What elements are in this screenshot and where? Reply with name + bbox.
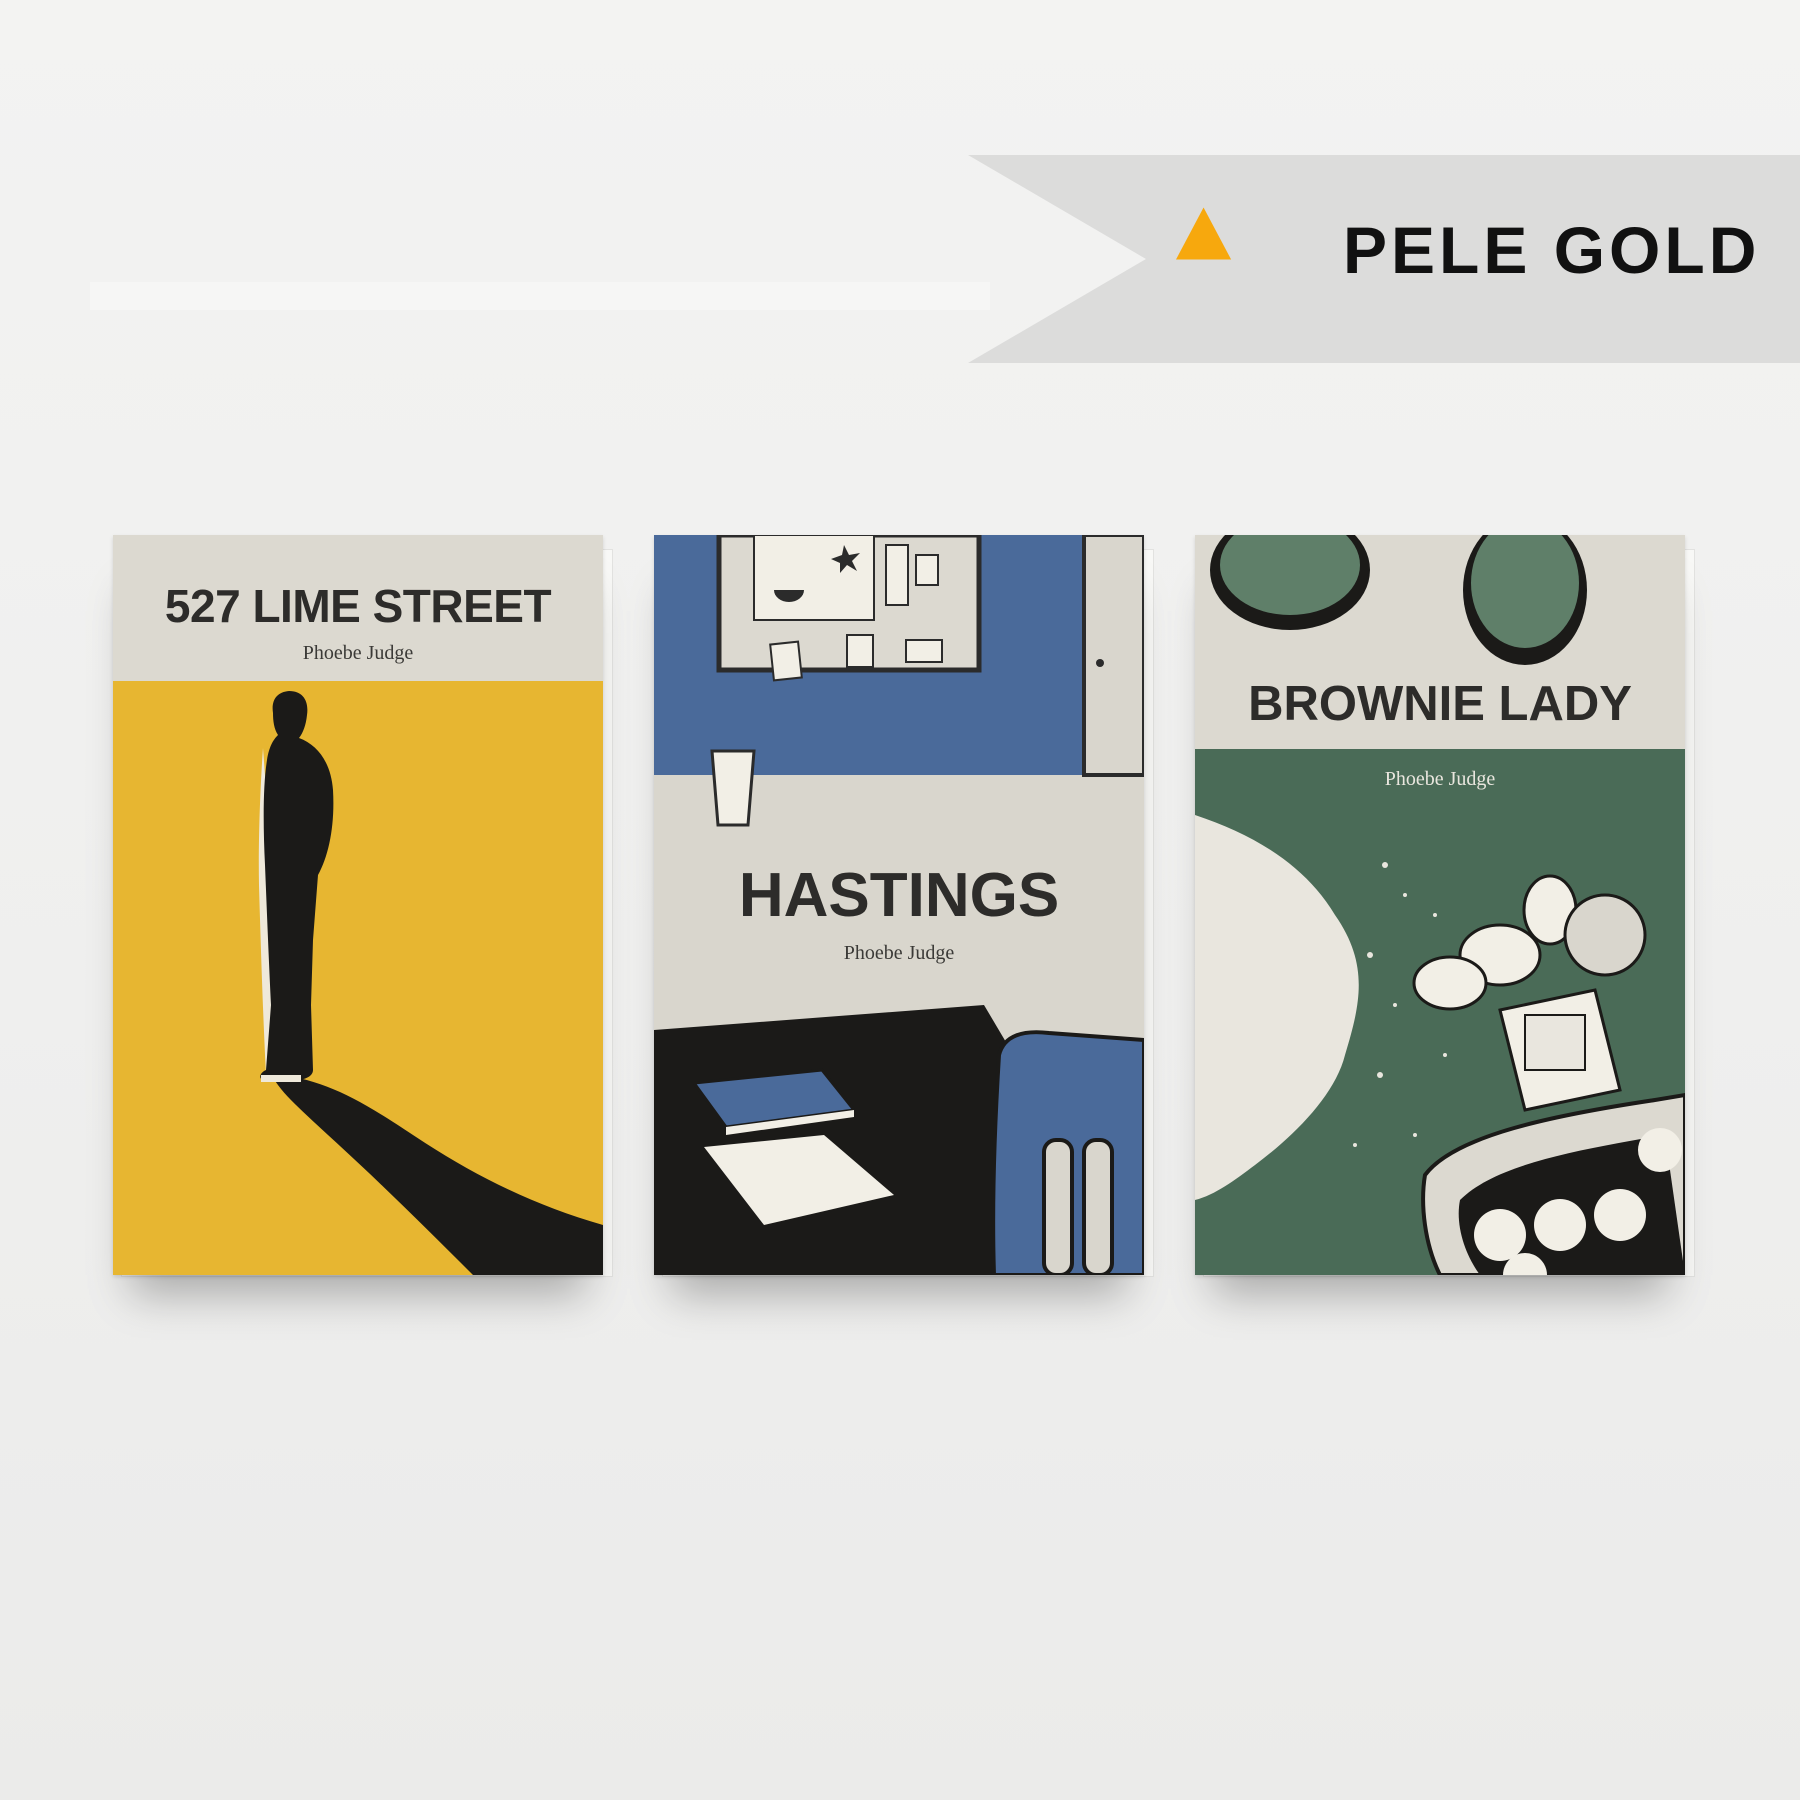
award-banner: PELE GOLD (968, 155, 1800, 363)
book-title: BROWNIE LADY (1248, 677, 1632, 731)
book-hastings[interactable]: HASTINGS Phoebe Judge (654, 535, 1154, 1277)
book-title: HASTINGS (738, 861, 1060, 930)
baking-illustration (1195, 535, 1685, 1275)
book-cover: BROWNIE LADY Phoebe Judge (1195, 535, 1685, 1275)
book-cover: 527 LIME STREET Phoebe Judge (113, 535, 603, 1275)
award-label: PELE GOLD (1343, 213, 1761, 287)
book-author: Phoebe Judge (843, 942, 955, 964)
book-527-lime-street[interactable]: 527 LIME STREET Phoebe Judge (113, 535, 613, 1277)
book-brownie-lady[interactable]: BROWNIE LADY Phoebe Judge (1195, 535, 1695, 1277)
book-author: Phoebe Judge (302, 642, 414, 664)
book-cover: HASTINGS Phoebe Judge (654, 535, 1144, 1275)
book-title: 527 LIME STREET (164, 580, 552, 632)
product-showcase: PELE GOLD 527 LIME STREET Phoebe Judge H… (0, 0, 1800, 1800)
book-author: Phoebe Judge (1384, 768, 1496, 790)
background-band (90, 282, 990, 310)
